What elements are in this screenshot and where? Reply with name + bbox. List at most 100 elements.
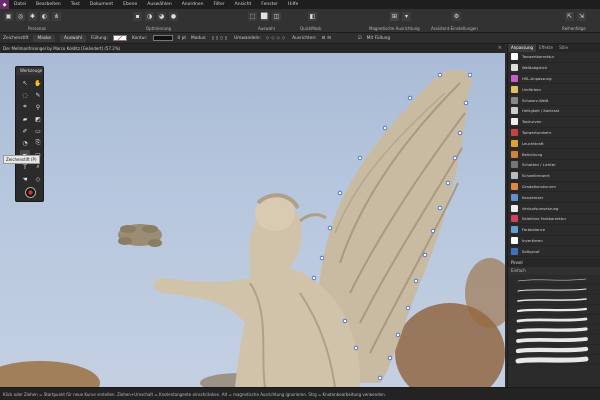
auto-white-balance-icon[interactable]: ● bbox=[169, 12, 178, 21]
auto-levels-icon[interactable]: ▪ bbox=[133, 12, 142, 21]
menu-bearbeiten[interactable]: Bearbeiten bbox=[31, 0, 66, 9]
adjustment-item[interactable]: Leuchtkraft bbox=[508, 138, 600, 150]
brushes-header[interactable]: Pinsel bbox=[508, 259, 600, 268]
adjustment-item[interactable]: Selektive Farbkorrektur bbox=[508, 214, 600, 225]
view-tool-icon[interactable]: ✋ bbox=[33, 78, 43, 88]
brush-preset[interactable] bbox=[508, 355, 600, 366]
menu-hilfe[interactable]: Hilfe bbox=[283, 0, 303, 9]
adjustment-thumbnail-icon bbox=[511, 74, 518, 82]
paint-brush-icon[interactable]: ✐ bbox=[20, 126, 30, 136]
adjustment-thumbnail-icon bbox=[511, 64, 518, 72]
select-all-icon[interactable]: ⬚ bbox=[248, 12, 257, 21]
tab-styles[interactable]: Stile bbox=[556, 44, 571, 52]
brush-preset[interactable] bbox=[508, 295, 600, 306]
adjustment-item[interactable]: Kanalmixer bbox=[508, 192, 600, 204]
adjustment-item[interactable]: HSL-Anpassung bbox=[508, 74, 600, 85]
context-toolbar: Zeichenstift Maske Auswahl Füllung: Kont… bbox=[0, 33, 600, 44]
snapping-dropdown-icon[interactable]: ▾ bbox=[402, 12, 411, 21]
mode-icons[interactable]: ▯▯▯▯ bbox=[212, 36, 229, 41]
adjustment-item[interactable]: Tonwertkorrektur bbox=[508, 52, 600, 63]
auto-colors-icon[interactable]: ◕ bbox=[157, 12, 166, 21]
export-persona-icon[interactable]: ⋔ bbox=[52, 12, 61, 21]
menu-ansicht[interactable]: Ansicht bbox=[230, 0, 257, 9]
brush-category-select[interactable]: Einfach bbox=[508, 267, 600, 276]
brush-preset[interactable] bbox=[508, 345, 600, 356]
mask-button[interactable]: Maske bbox=[33, 34, 56, 42]
move-back-icon[interactable]: ⇲ bbox=[577, 12, 586, 21]
adjustment-label: Leuchtkraft bbox=[522, 140, 544, 146]
brush-preset[interactable] bbox=[508, 285, 600, 296]
adjustment-label: Helligkeit / Kontrast bbox=[522, 108, 560, 114]
tools-panel-title: Werkzeuge bbox=[16, 67, 43, 75]
photo-persona-icon[interactable]: ▣ bbox=[4, 12, 13, 21]
adjustment-item[interactable]: Schatten / Lichter bbox=[508, 160, 600, 171]
liquify-persona-icon[interactable]: ◎ bbox=[16, 12, 25, 21]
adjustment-thumbnail-icon bbox=[511, 236, 518, 244]
menu-dokument[interactable]: Dokument bbox=[85, 0, 118, 9]
menu-fenster[interactable]: Fenster bbox=[256, 0, 283, 9]
brush-select-icon[interactable]: ✎ bbox=[33, 90, 43, 100]
adjustment-item[interactable]: Helligkeit / Kontrast bbox=[508, 106, 600, 117]
adjustment-thumbnail-icon bbox=[511, 247, 518, 255]
menu-auswaehlen[interactable]: Auswählen bbox=[142, 0, 176, 9]
adjustment-item[interactable]: Verlaufsumsetzung bbox=[508, 203, 600, 214]
hand-tool-icon[interactable]: ☚ bbox=[20, 174, 30, 184]
menu-text[interactable]: Text bbox=[66, 0, 85, 9]
adjustment-item[interactable]: Tonwertumkehr bbox=[508, 128, 600, 139]
snapping-icon[interactable]: ⊞ bbox=[390, 12, 399, 21]
tab-adjustments[interactable]: Anpassung bbox=[508, 44, 537, 52]
color-picker-icon[interactable]: ⚲ bbox=[33, 102, 43, 112]
right-panel: Anpassung Effekte Stile Tonwertkorrektur… bbox=[507, 44, 600, 387]
adjustment-item[interactable]: Umfärben bbox=[508, 84, 600, 96]
selection-button[interactable]: Auswahl bbox=[60, 34, 87, 42]
tone-mapping-persona-icon[interactable]: ◐ bbox=[40, 12, 49, 21]
close-icon[interactable]: × bbox=[498, 45, 502, 51]
adjustment-label: Invertieren bbox=[522, 237, 543, 243]
menu-anordnen[interactable]: Anordnen bbox=[177, 0, 209, 9]
convert-icons[interactable]: ◇◇◇◇ bbox=[266, 36, 287, 41]
adjustment-item[interactable]: Weißabgleich bbox=[508, 63, 600, 74]
adjustment-item[interactable]: Softproof bbox=[508, 246, 600, 258]
eraser-tool-icon[interactable]: ▭ bbox=[33, 126, 43, 136]
contour-swatch[interactable] bbox=[152, 35, 173, 41]
quickmask-icon[interactable]: ◧ bbox=[308, 12, 317, 21]
develop-persona-icon[interactable]: ✱ bbox=[28, 12, 37, 21]
adjustment-item[interactable]: Gradationskurven bbox=[508, 182, 600, 193]
brush-preset[interactable] bbox=[508, 325, 600, 336]
brush-preset[interactable] bbox=[508, 335, 600, 346]
invert-selection-icon[interactable]: ◫ bbox=[272, 12, 281, 21]
align-icons[interactable]: ⊟⊟ bbox=[322, 36, 333, 41]
adjustment-item[interactable]: Schwarz-Weiß bbox=[508, 95, 600, 106]
brush-preset[interactable] bbox=[508, 275, 600, 286]
assistant-icon[interactable]: ⚙ bbox=[452, 12, 461, 21]
move-forward-icon[interactable]: ⇱ bbox=[565, 12, 574, 21]
contour-width[interactable]: 0 pt bbox=[178, 36, 187, 41]
fill-swatch[interactable] bbox=[113, 35, 127, 41]
fill-tool-icon[interactable]: ▰ bbox=[20, 114, 30, 124]
app-logo-icon[interactable]: ◆ bbox=[0, 0, 9, 9]
menu-filter[interactable]: Filter bbox=[209, 0, 230, 9]
lasso-tool-icon[interactable]: ◌ bbox=[20, 90, 30, 100]
adjustment-item[interactable]: Belichtung bbox=[508, 149, 600, 160]
brush-preset[interactable] bbox=[508, 315, 600, 326]
clone-tool-icon[interactable]: ⎘ bbox=[33, 138, 43, 148]
adjustment-item[interactable]: Tonkurven bbox=[508, 117, 600, 128]
crop-tool-icon[interactable]: ⌗ bbox=[20, 102, 30, 112]
fill-checkbox[interactable]: ☑ bbox=[358, 36, 362, 41]
deselect-icon[interactable]: ⬜ bbox=[260, 12, 269, 21]
document-tab[interactable]: Der Mellmanfrisongel by Marco Kolditz [G… bbox=[0, 44, 505, 53]
menu-datei[interactable]: Datei bbox=[9, 0, 31, 9]
node-tool-icon[interactable]: ◇ bbox=[33, 174, 43, 184]
gradient-tool-icon[interactable]: ◩ bbox=[33, 114, 43, 124]
brush-preset[interactable] bbox=[508, 305, 600, 316]
auto-contrast-icon[interactable]: ◑ bbox=[145, 12, 154, 21]
color-swatch-icon[interactable] bbox=[25, 187, 36, 198]
adjustment-item[interactable]: Schwellenwert bbox=[508, 171, 600, 182]
adjustment-item[interactable]: Farbbalance bbox=[508, 225, 600, 236]
menu-ebene[interactable]: Ebene bbox=[118, 0, 142, 9]
move-tool-icon[interactable]: ↖ bbox=[20, 78, 30, 88]
image-canvas[interactable] bbox=[0, 53, 505, 387]
tab-effects[interactable]: Effekte bbox=[536, 44, 556, 52]
dodge-tool-icon[interactable]: ◔ bbox=[20, 138, 30, 148]
adjustment-item[interactable]: Invertieren bbox=[508, 236, 600, 247]
